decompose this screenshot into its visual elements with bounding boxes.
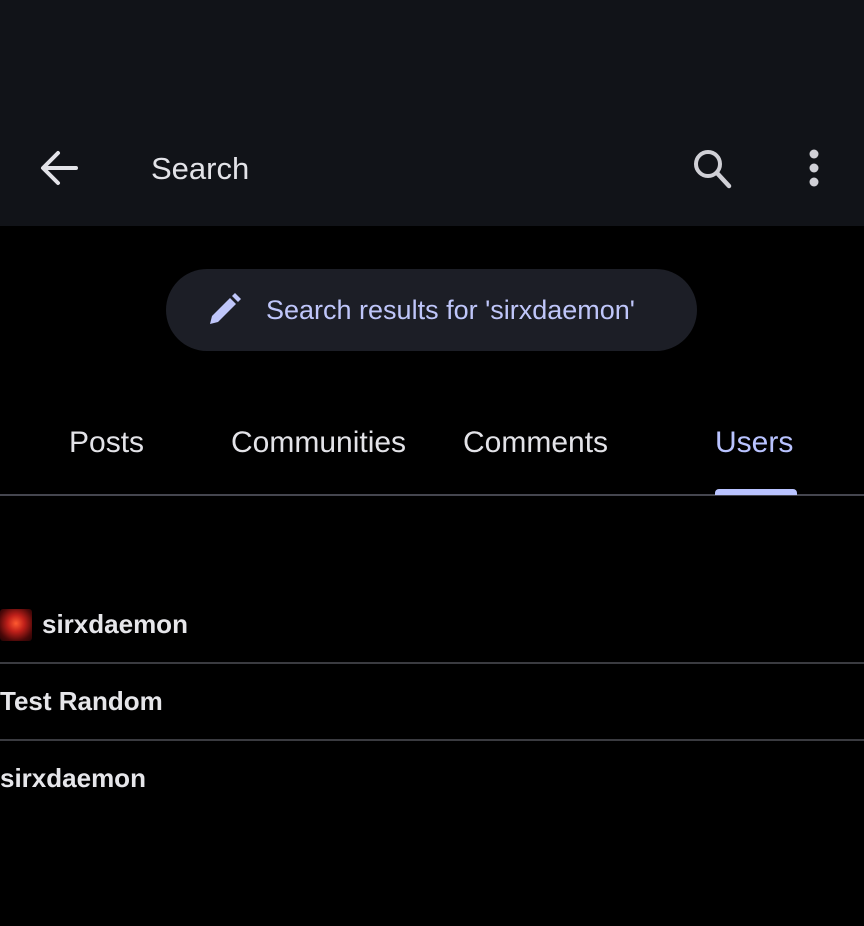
more-options-button[interactable]	[798, 146, 830, 190]
more-vertical-icon	[809, 149, 819, 187]
tab-users[interactable]: Users	[715, 426, 793, 460]
user-results-list: sirxdaemon Test Random sirxdaemon	[0, 587, 864, 816]
user-name: sirxdaemon	[0, 763, 146, 793]
search-icon	[694, 150, 732, 189]
user-name: sirxdaemon	[42, 609, 188, 639]
tab-posts[interactable]: Posts	[69, 426, 144, 460]
tab-communities[interactable]: Communities	[231, 426, 406, 460]
pencil-icon	[210, 293, 241, 324]
arrow-left-icon	[41, 151, 78, 185]
list-item[interactable]: sirxdaemon	[0, 587, 864, 664]
result-type-tabs: Posts Communities Comments Users	[0, 400, 864, 496]
active-tab-indicator	[715, 489, 797, 495]
search-query-label: Search results for 'sirxdaemon'	[266, 294, 635, 325]
search-query-chip[interactable]: Search results for 'sirxdaemon'	[166, 269, 697, 351]
list-item[interactable]: Test Random	[0, 664, 864, 741]
back-button[interactable]	[36, 146, 82, 190]
user-name: Test Random	[0, 686, 163, 716]
top-app-bar: Search	[0, 0, 864, 226]
tab-comments[interactable]: Comments	[463, 426, 608, 460]
avatar	[0, 608, 32, 641]
search-button[interactable]	[688, 144, 736, 192]
list-item[interactable]: sirxdaemon	[0, 741, 864, 816]
page-title: Search	[151, 151, 250, 186]
